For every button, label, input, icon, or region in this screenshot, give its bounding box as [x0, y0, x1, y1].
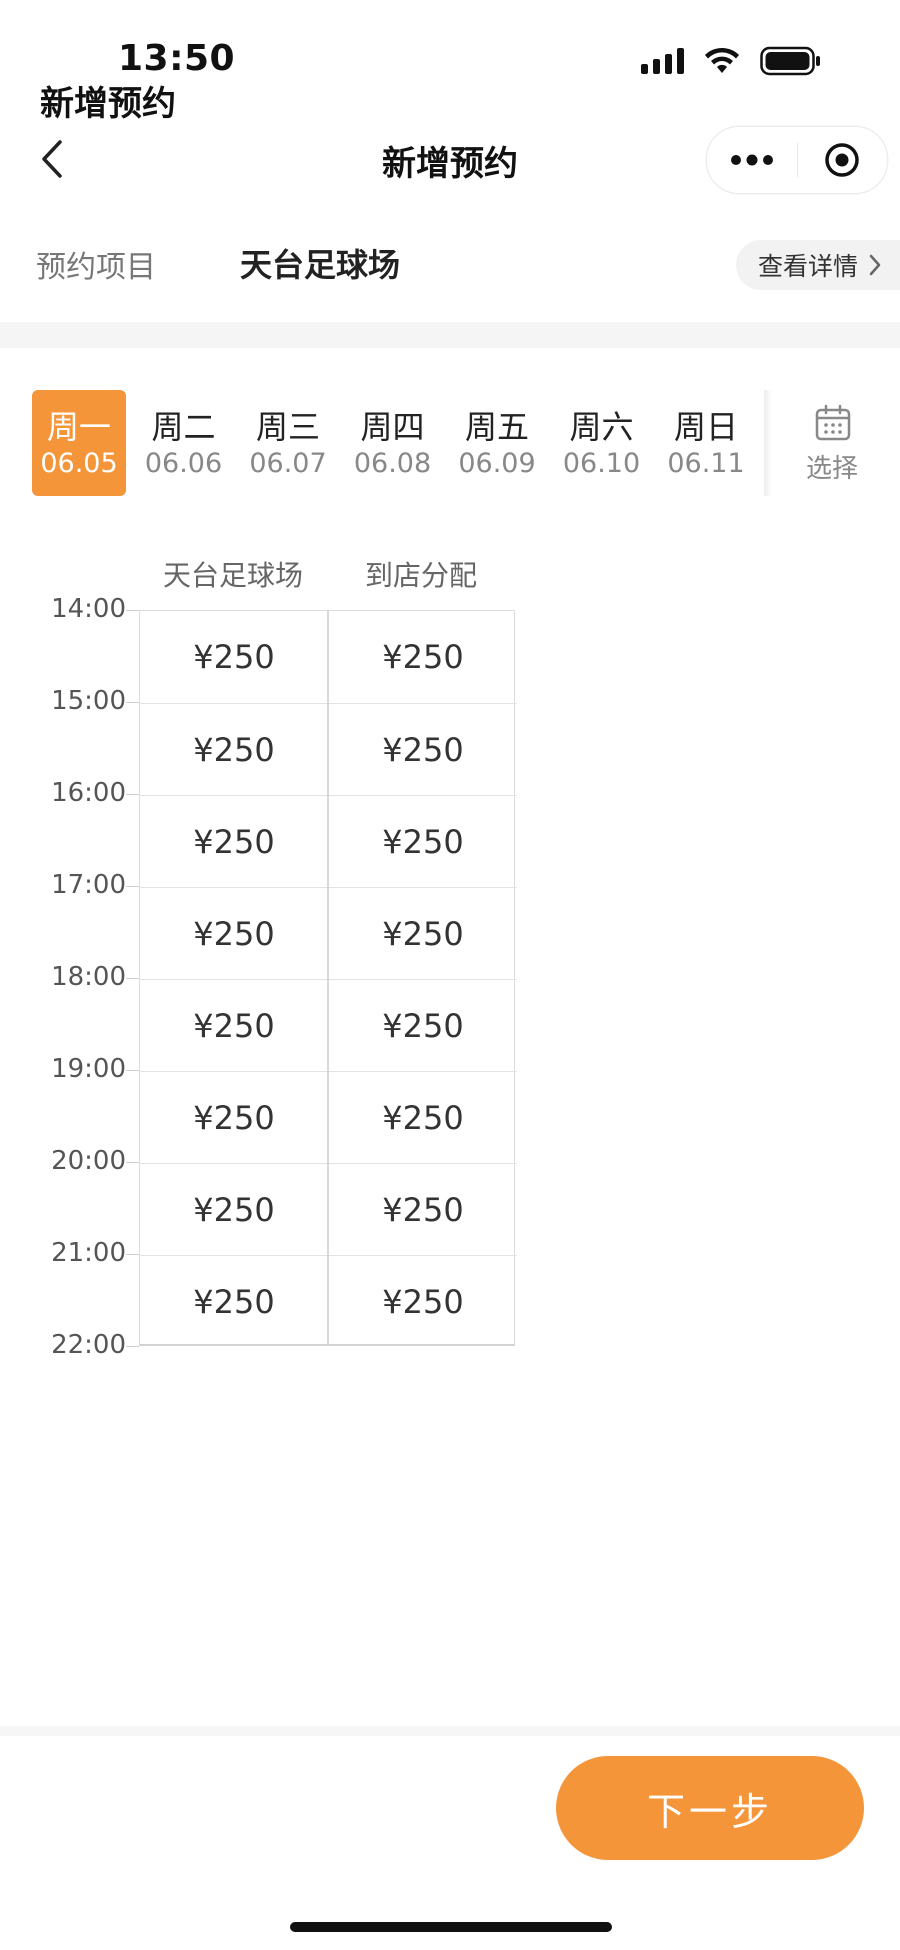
date-tab-weekday: 周日	[673, 408, 738, 446]
status-icons	[641, 46, 822, 76]
schedule-grid: ¥250 ¥250 ¥250 ¥250 ¥250 ¥250 ¥250 ¥250 ¥250 ¥25…	[139, 610, 517, 1346]
time-slot-cell[interactable]: ¥250	[329, 703, 517, 795]
time-label: 21:00	[51, 1238, 126, 1268]
date-tab[interactable]: 周四 06.08	[346, 390, 440, 496]
time-label: 15:00	[51, 686, 126, 716]
grid-column-assign: ¥250 ¥250 ¥250 ¥250 ¥250 ¥250 ¥250 ¥250	[327, 611, 517, 1344]
time-slot-cell[interactable]: ¥250	[329, 795, 517, 887]
time-tick	[126, 1070, 139, 1071]
date-tab[interactable]: 周日 06.11	[659, 390, 753, 496]
view-details-label: 查看详情	[758, 252, 859, 281]
close-button[interactable]	[798, 127, 888, 193]
date-tab-date: 06.07	[249, 448, 327, 479]
time-slot-cell[interactable]: ¥250	[329, 1255, 517, 1347]
time-slot-cell[interactable]: ¥250	[140, 703, 328, 795]
date-tab[interactable]: 周一 06.05	[32, 390, 126, 496]
date-tab-weekday: 周三	[255, 408, 320, 446]
time-label: 22:00	[51, 1330, 126, 1360]
time-tick	[126, 978, 139, 979]
more-button[interactable]	[707, 127, 797, 193]
time-label: 20:00	[51, 1146, 126, 1176]
time-slot-cell[interactable]: ¥250	[140, 1255, 328, 1347]
chevron-right-icon	[868, 253, 882, 277]
date-tab[interactable]: 周二 06.06	[137, 390, 231, 496]
time-tick	[126, 610, 139, 611]
date-tabs: 周一 06.05 周二 06.06 周三 06.07 周四 06.08 周五 06.09 周六 06.…	[32, 390, 762, 496]
date-tab-date: 06.10	[562, 448, 641, 479]
date-tab-date: 06.05	[40, 448, 118, 479]
calendar-icon	[814, 404, 852, 446]
project-label: 预约项目	[36, 250, 156, 285]
time-slot-cell[interactable]: ¥250	[140, 795, 328, 887]
date-tab-weekday: 周一	[46, 408, 111, 446]
time-label: 18:00	[51, 962, 126, 992]
next-step-button[interactable]: 下一步	[556, 1756, 864, 1860]
time-slot-cell[interactable]: ¥250	[329, 1163, 517, 1255]
calendar-select-button[interactable]: 选择	[764, 390, 900, 496]
status-overlay-title: 新增预约	[40, 84, 176, 124]
time-slot-cell[interactable]: ¥250	[329, 611, 517, 703]
column-header-assign: 到店分配	[364, 559, 477, 592]
time-label: 14:00	[51, 594, 126, 624]
project-name: 天台足球场	[240, 246, 401, 284]
date-tab-date: 06.11	[667, 448, 745, 479]
date-tab-weekday: 周五	[464, 408, 529, 446]
view-details-button[interactable]: 查看详情	[736, 240, 900, 290]
date-tab-date: 06.06	[144, 448, 223, 479]
date-tab[interactable]: 周五 06.09	[450, 390, 544, 496]
date-tab-weekday: 周六	[569, 408, 634, 446]
close-target-icon	[825, 143, 859, 177]
time-tick	[126, 702, 139, 703]
time-label: 16:00	[51, 778, 126, 808]
time-slot-cell[interactable]: ¥250	[140, 611, 328, 703]
time-slot-cell[interactable]: ¥250	[329, 887, 517, 979]
time-label: 17:00	[51, 870, 126, 900]
wifi-icon	[704, 47, 740, 75]
time-slot-cell[interactable]: ¥250	[140, 887, 328, 979]
home-indicator	[290, 1922, 612, 1932]
footer-divider	[0, 1726, 900, 1736]
section-divider	[0, 322, 900, 348]
booking-page: 13:50 新增预约 新增预约 预约项目 天台足球场 查看详情 周一 06.05…	[0, 0, 900, 1950]
time-tick	[126, 886, 139, 887]
more-icon	[730, 154, 773, 166]
miniprogram-capsule	[706, 126, 888, 194]
date-tab-weekday: 周四	[360, 408, 425, 446]
time-slot-cell[interactable]: ¥250	[329, 979, 517, 1071]
date-tab[interactable]: 周三 06.07	[241, 390, 335, 496]
signal-icon	[641, 48, 684, 74]
time-slot-cell[interactable]: ¥250	[140, 979, 328, 1071]
time-tick	[126, 794, 139, 795]
date-tab[interactable]: 周六 06.10	[555, 390, 649, 496]
grid-column-venue: ¥250 ¥250 ¥250 ¥250 ¥250 ¥250 ¥250 ¥250	[140, 611, 328, 1344]
time-label: 19:00	[51, 1054, 126, 1084]
date-tab-date: 06.09	[458, 448, 536, 479]
project-row: 预约项目 天台足球场 查看详情	[0, 232, 900, 296]
battery-icon	[760, 46, 822, 76]
date-tab-date: 06.08	[353, 448, 432, 479]
calendar-select-label: 选择	[805, 454, 858, 484]
time-slot-cell[interactable]: ¥250	[329, 1071, 517, 1163]
date-tab-weekday: 周二	[151, 408, 216, 446]
status-time: 13:50	[118, 38, 236, 79]
time-tick	[126, 1162, 139, 1163]
time-tick	[126, 1346, 139, 1347]
time-slot-cell[interactable]: ¥250	[140, 1071, 328, 1163]
time-tick	[126, 1254, 139, 1255]
time-slot-cell[interactable]: ¥250	[140, 1163, 328, 1255]
column-header-venue: 天台足球场	[162, 559, 303, 592]
